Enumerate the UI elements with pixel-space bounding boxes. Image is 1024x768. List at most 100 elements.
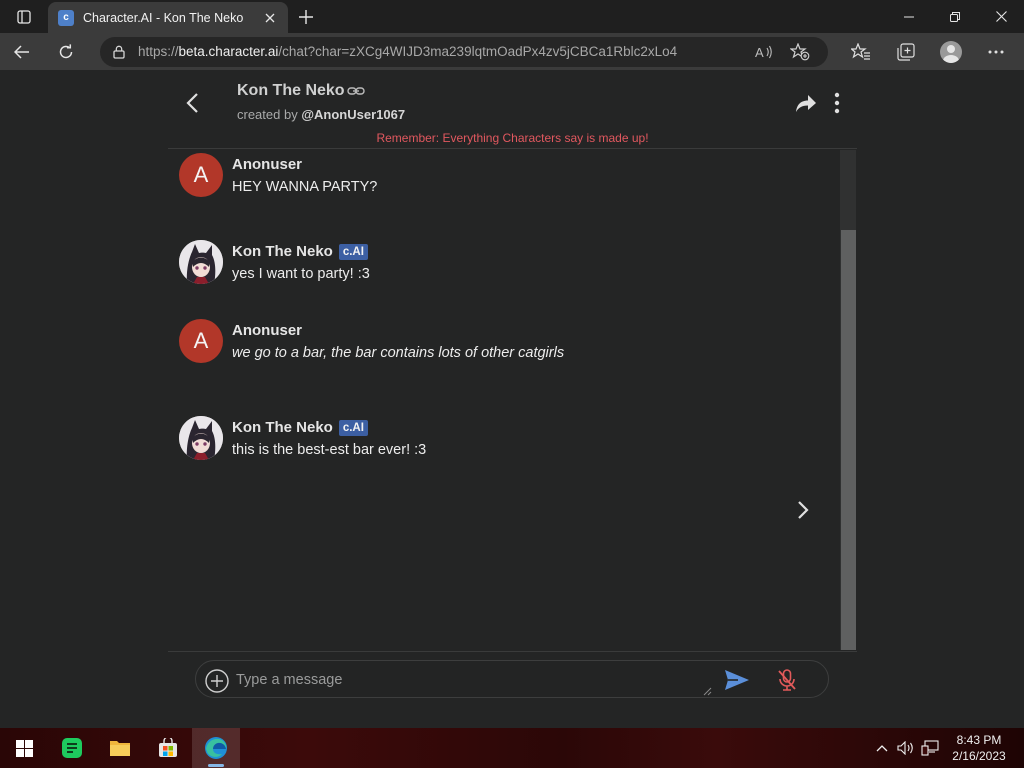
refresh-button[interactable]: [44, 33, 88, 70]
folder-icon: [110, 741, 130, 756]
collections-icon: [896, 42, 915, 61]
new-tab-button[interactable]: [288, 0, 324, 33]
add-favorite-button[interactable]: [782, 37, 818, 67]
restore-button[interactable]: [932, 0, 978, 33]
message-input[interactable]: [236, 667, 706, 693]
message-body: Kon The Neko c.AI this is the best-est ba…: [232, 419, 426, 460]
header-divider: [168, 148, 857, 149]
profile-avatar-icon: [939, 40, 962, 63]
taskbar-file-explorer[interactable]: [96, 728, 144, 768]
minimize-button[interactable]: [886, 0, 932, 33]
message-body: Anonuser HEY WANNA PARTY?: [232, 156, 377, 197]
arrow-left-icon: [14, 44, 29, 59]
send-icon[interactable]: [724, 669, 750, 691]
show-hidden-icons-button[interactable]: [870, 728, 894, 768]
read-aloud-icon: A: [755, 45, 772, 60]
mic-off-icon[interactable]: [777, 669, 797, 691]
favorites-icon: [850, 42, 870, 60]
message-body: Kon The Neko c.AI yes I want to party! :3: [232, 243, 370, 284]
address-bar[interactable]: https://beta.character.ai/chat?char=zXCg…: [100, 36, 828, 67]
message-composer: [195, 660, 829, 698]
taskbar-notes-app[interactable]: [48, 728, 96, 768]
chat-message: Kon The Neko c.AI this is the best-est ba…: [179, 416, 426, 460]
message-author-name: Anonuser: [232, 156, 303, 173]
user-avatar[interactable]: A: [179, 153, 223, 197]
close-icon: [265, 13, 275, 22]
more-vertical-icon[interactable]: [832, 92, 842, 114]
url-host: beta.character.ai: [178, 44, 279, 59]
url-text[interactable]: https://beta.character.ai/chat?char=zXCg…: [138, 44, 746, 59]
creator-handle-link[interactable]: @AnonUser1067: [301, 107, 405, 122]
active-app-indicator: [208, 764, 224, 767]
clock-date: 2/16/2023: [952, 749, 1006, 763]
windows-logo-icon: [15, 739, 33, 757]
message-text: this is the best-est bar ever! :3: [232, 442, 427, 458]
volume-button[interactable]: [894, 728, 918, 768]
refresh-icon: [59, 43, 73, 58]
network-icon: [921, 740, 939, 756]
character-ai-favicon-icon: c: [58, 9, 74, 26]
profile-button[interactable]: [928, 33, 973, 70]
window-controls: [886, 0, 1024, 33]
taskbar-clock[interactable]: 8:43 PM 2/16/2023: [942, 732, 1016, 764]
plus-icon: [299, 9, 313, 24]
bot-avatar[interactable]: [179, 240, 223, 284]
message-text: yes I want to party! :3: [232, 266, 370, 282]
browser-menu-button[interactable]: [973, 33, 1018, 70]
cai-badge: c.AI: [338, 419, 368, 436]
taskbar-microsoft-store[interactable]: [144, 728, 192, 768]
created-by: created by @AnonUser1067: [237, 107, 405, 122]
message-author: Anonuser: [232, 156, 377, 173]
chat-message: Kon The Neko c.AI yes I want to party! :3: [179, 240, 370, 284]
add-circle-icon[interactable]: [205, 669, 229, 693]
message-author: Anonuser: [232, 322, 564, 339]
url-scheme: https://: [138, 44, 179, 59]
collections-button[interactable]: [883, 33, 928, 70]
character-name[interactable]: Kon The Neko: [237, 82, 365, 100]
browser-tab-bar: c Character.AI - Kon The Neko: [0, 0, 1024, 34]
user-avatar[interactable]: A: [179, 319, 223, 363]
message-author-name: Anonuser: [232, 322, 303, 339]
favorites-button[interactable]: [838, 33, 883, 70]
more-horizontal-icon: [988, 50, 1003, 53]
message-author-name: Kon The Neko: [232, 419, 333, 436]
url-path: /chat?char=zXCg4WIJD3ma239lqtmOadPx4zv5j…: [278, 44, 678, 59]
share-icon[interactable]: [795, 92, 817, 114]
message-author: Kon The Neko c.AI: [232, 243, 370, 260]
taskbar-edge-browser[interactable]: [192, 728, 240, 768]
chat-page: Kon The Neko created by @AnonUser1067 Re…: [0, 70, 1024, 728]
lock-icon[interactable]: [110, 43, 128, 61]
chat-message: A Anonuser HEY WANNA PARTY?: [179, 153, 377, 197]
read-aloud-button[interactable]: A: [746, 37, 782, 67]
message-list: A Anonuser HEY WANNA PARTY? Kon The Neko…: [168, 150, 840, 650]
chat-scrollbar-thumb[interactable]: [841, 230, 856, 650]
message-author-name: Kon The Neko: [232, 243, 333, 260]
chevron-right-icon[interactable]: [795, 500, 811, 520]
minimize-icon: [904, 16, 914, 17]
close-window-button[interactable]: [978, 0, 1024, 33]
show-desktop-button[interactable]: [1016, 728, 1024, 768]
store-icon: [159, 738, 177, 757]
character-name-text: Kon The Neko: [237, 82, 345, 99]
chevron-up-icon: [876, 745, 888, 752]
composer-divider: [168, 651, 857, 652]
start-button[interactable]: [0, 728, 48, 768]
link-icon[interactable]: [346, 84, 365, 98]
message-text: we go to a bar, the bar contains lots of…: [232, 345, 565, 361]
catgirl-avatar-image: [179, 416, 223, 460]
resize-handle-icon[interactable]: [702, 686, 712, 696]
bot-avatar[interactable]: [179, 416, 223, 460]
tab-actions-button[interactable]: [0, 0, 48, 33]
tab-actions-icon: [17, 9, 31, 24]
tab-close-button[interactable]: [262, 10, 278, 26]
message-text: HEY WANNA PARTY?: [232, 179, 378, 195]
back-nav-button[interactable]: [0, 33, 44, 70]
tab-title: Character.AI - Kon The Neko: [83, 10, 244, 25]
network-button[interactable]: [918, 728, 942, 768]
windows-taskbar: 8:43 PM 2/16/2023: [0, 728, 1024, 768]
svg-text:A: A: [755, 45, 764, 60]
message-author: Kon The Neko c.AI: [232, 419, 426, 436]
message-body: Anonuser we go to a bar, the bar contain…: [232, 322, 564, 363]
browser-tab-active[interactable]: c Character.AI - Kon The Neko: [48, 1, 288, 34]
chevron-left-icon[interactable]: [182, 91, 204, 115]
